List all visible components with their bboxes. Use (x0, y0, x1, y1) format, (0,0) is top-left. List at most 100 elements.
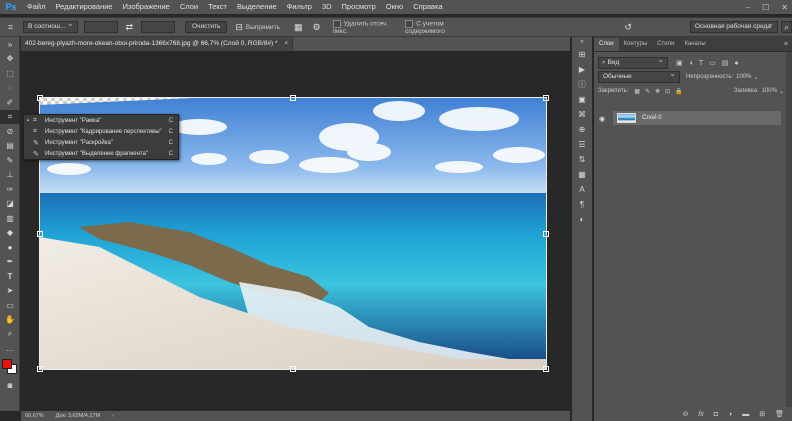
tab-paths[interactable]: Контуры (619, 38, 653, 51)
maximize-button[interactable]: ☐ (762, 3, 769, 12)
stamp-tool-icon[interactable]: ⊥ (0, 168, 20, 183)
eyedropper-tool-icon[interactable]: ⊘ (0, 124, 20, 139)
menu-edit[interactable]: Редактирование (50, 0, 117, 14)
overlay-grid-icon[interactable]: ▦ (294, 22, 303, 33)
panel-menu-icon[interactable]: ≡ (780, 38, 792, 51)
lasso-tool-icon[interactable]: ◌ (0, 81, 20, 96)
color-swatches[interactable] (0, 356, 20, 378)
type-tool-icon[interactable]: T (0, 269, 20, 284)
menu-file[interactable]: Файл (22, 0, 50, 14)
document-tab[interactable]: 402-bereg-plyazh-more-okean-oboi-priroda… (21, 37, 294, 51)
menu-image[interactable]: Изображение (118, 0, 175, 14)
tool-presets-icon[interactable]: ⇅ (572, 152, 592, 167)
visibility-eye-icon[interactable]: ◉ (599, 115, 605, 123)
filter-shape-icon[interactable]: ▭ (709, 59, 716, 67)
collapse-panels-icon[interactable]: « (572, 37, 592, 47)
menu-type[interactable]: Текст (203, 0, 232, 14)
marquee-tool-icon[interactable]: ⬚ (0, 66, 20, 81)
properties-icon[interactable]: ▣ (572, 92, 592, 107)
quick-mask-icon[interactable]: ◙ (0, 378, 20, 393)
content-aware-checkbox[interactable] (405, 19, 414, 28)
link-layers-icon[interactable]: ⊖ (682, 410, 688, 418)
height-input[interactable] (141, 21, 176, 33)
lock-artboard-icon[interactable]: ⊡ (665, 88, 670, 95)
dodge-tool-icon[interactable]: ● (0, 240, 20, 255)
flyout-item-crop[interactable]: ▪ ⌗ Инструмент "Рамка" C (24, 115, 178, 126)
tab-layers[interactable]: Слои (594, 38, 619, 51)
adjustment-layer-icon[interactable]: ◑ (728, 411, 732, 418)
layer-name[interactable]: Слой 0 (642, 115, 662, 121)
lock-pixels-icon[interactable]: ✎ (645, 88, 650, 95)
fill-chevron-icon[interactable]: ⌄ (779, 88, 784, 95)
content-aware-option[interactable]: С учетом содержимого (405, 19, 476, 35)
minimize-button[interactable]: – (746, 3, 750, 12)
crop-tool-preset-icon[interactable]: ⌗ (8, 22, 13, 33)
canvas-area[interactable] (21, 51, 570, 411)
status-arrow-icon[interactable]: › (112, 413, 114, 419)
fill-value[interactable]: 100% (762, 88, 777, 94)
history-icon[interactable]: ⊞ (572, 47, 592, 62)
adjustments-icon[interactable]: ☰ (572, 137, 592, 152)
add-mask-icon[interactable]: ◘ (714, 411, 718, 418)
brush-presets-icon[interactable]: ⌘ (572, 107, 592, 122)
actions-play-icon[interactable]: ▶ (572, 62, 592, 77)
flyout-item-slice[interactable]: ✎ Инструмент "Раскройка" C (24, 137, 178, 148)
close-window-button[interactable]: ✕ (781, 3, 788, 12)
filter-smart-icon[interactable]: ▤ (722, 59, 729, 67)
menu-3d[interactable]: 3D (317, 0, 337, 14)
flyout-item-slice-select[interactable]: ✎ Инструмент "Выделение фрагмента" C (24, 148, 178, 159)
menu-layers[interactable]: Слои (175, 0, 203, 14)
delete-layer-icon[interactable]: 🗑 (775, 410, 784, 418)
new-layer-icon[interactable]: ⊞ (759, 410, 765, 418)
opacity-value[interactable]: 100% (736, 74, 751, 80)
lock-all-icon[interactable]: 🔒 (675, 88, 682, 95)
panel-scrollbar[interactable] (786, 52, 792, 407)
healing-tool-icon[interactable]: ▤ (0, 139, 20, 154)
filter-pixel-icon[interactable]: ▣ (676, 59, 683, 67)
search-icon[interactable]: ⌕ (781, 21, 792, 33)
clone-source-icon[interactable]: ⊕ (572, 122, 592, 137)
foreground-color-swatch[interactable] (2, 359, 12, 369)
menu-select[interactable]: Выделение (232, 0, 282, 14)
blur-tool-icon[interactable]: ◆ (0, 226, 20, 241)
ratio-select[interactable]: В соотнош... (23, 19, 78, 33)
menu-window[interactable]: Окно (381, 0, 408, 14)
shape-tool-icon[interactable]: ▭ (0, 298, 20, 313)
zoom-level[interactable]: 66,67% (25, 413, 44, 419)
filter-adjust-icon[interactable]: ◑ (689, 60, 693, 67)
swap-icon[interactable]: ⇄ (126, 22, 134, 33)
menu-view[interactable]: Просмотр (337, 0, 381, 14)
clear-button[interactable]: Очистить (185, 21, 228, 33)
delete-cropped-checkbox[interactable] (332, 19, 341, 28)
new-group-icon[interactable]: ▬ (742, 411, 749, 418)
straighten-button[interactable]: Выпрямить (246, 24, 280, 31)
info-icon[interactable]: ⓘ (572, 77, 592, 92)
layer-row[interactable]: Слой 0 (613, 111, 781, 125)
history-brush-tool-icon[interactable]: ✑ (0, 182, 20, 197)
path-select-tool-icon[interactable]: ➤ (0, 284, 20, 299)
character-icon[interactable]: A (572, 182, 592, 197)
settings-gear-icon[interactable]: ⚙ (312, 22, 320, 33)
color-icon[interactable]: ◐ (572, 212, 592, 227)
filter-type-icon[interactable]: T (699, 60, 703, 67)
blend-mode-select[interactable]: Обычные (598, 69, 680, 83)
swatches-icon[interactable]: ▦ (572, 167, 592, 182)
collapse-icon[interactable]: » (0, 37, 20, 52)
move-tool-icon[interactable]: ✥ (0, 52, 20, 67)
gradient-tool-icon[interactable]: ▥ (0, 211, 20, 226)
crop-tool-icon[interactable]: ⌗ (0, 109, 20, 124)
opacity-chevron-icon[interactable]: ⌄ (754, 74, 759, 81)
layer-filter-select[interactable]: ⌕ Вид (598, 55, 668, 69)
zoom-tool-icon[interactable]: ⌕ (0, 327, 20, 342)
close-tab-icon[interactable]: × (284, 40, 288, 47)
flyout-item-perspective-crop[interactable]: ⌗ Инструмент "Кадрирование перспективы" … (24, 126, 178, 137)
more-tools-icon[interactable]: … (0, 342, 20, 357)
pen-tool-icon[interactable]: ✒ (0, 255, 20, 270)
delete-cropped-option[interactable]: Удалить отсеч. пикс. (332, 19, 398, 35)
width-input[interactable] (83, 21, 118, 33)
workspace-select[interactable]: Основная рабочая среда (689, 19, 779, 33)
quick-select-tool-icon[interactable]: ✐ (0, 95, 20, 110)
hand-tool-icon[interactable]: ✋ (0, 313, 20, 328)
paragraph-icon[interactable]: ¶ (572, 197, 592, 212)
filter-toggle-icon[interactable]: ● (734, 60, 738, 67)
